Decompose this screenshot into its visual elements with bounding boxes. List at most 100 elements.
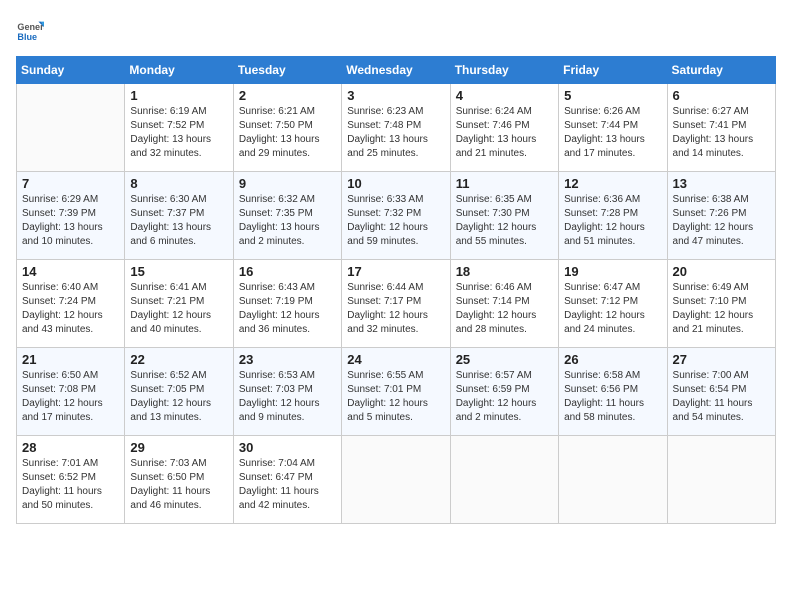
calendar-cell: 21 Sunrise: 6:50 AM Sunset: 7:08 PM Dayl… <box>17 348 125 436</box>
daylight-text: Daylight: 12 hours and 47 minutes. <box>673 221 770 249</box>
daylight-text: Daylight: 12 hours and 32 minutes. <box>347 309 444 337</box>
sunrise-text: Sunrise: 6:55 AM <box>347 369 444 383</box>
sunset-text: Sunset: 7:48 PM <box>347 119 444 133</box>
cell-text: Sunrise: 6:32 AM Sunset: 7:35 PM Dayligh… <box>239 193 336 249</box>
daylight-text: Daylight: 11 hours and 42 minutes. <box>239 485 336 513</box>
sunrise-text: Sunrise: 6:57 AM <box>456 369 553 383</box>
sunset-text: Sunset: 7:14 PM <box>456 295 553 309</box>
cell-text: Sunrise: 6:29 AM Sunset: 7:39 PM Dayligh… <box>22 193 119 249</box>
day-number: 30 <box>239 440 336 455</box>
cell-text: Sunrise: 6:36 AM Sunset: 7:28 PM Dayligh… <box>564 193 661 249</box>
day-number: 23 <box>239 352 336 367</box>
cell-text: Sunrise: 6:55 AM Sunset: 7:01 PM Dayligh… <box>347 369 444 425</box>
sunset-text: Sunset: 6:54 PM <box>673 383 770 397</box>
sunset-text: Sunset: 6:50 PM <box>130 471 227 485</box>
daylight-text: Daylight: 12 hours and 24 minutes. <box>564 309 661 337</box>
cell-text: Sunrise: 6:44 AM Sunset: 7:17 PM Dayligh… <box>347 281 444 337</box>
sunset-text: Sunset: 7:46 PM <box>456 119 553 133</box>
daylight-text: Daylight: 13 hours and 25 minutes. <box>347 133 444 161</box>
sunrise-text: Sunrise: 6:21 AM <box>239 105 336 119</box>
header-cell: Tuesday <box>233 57 341 84</box>
header-cell: Thursday <box>450 57 558 84</box>
day-number: 9 <box>239 176 336 191</box>
sunrise-text: Sunrise: 6:46 AM <box>456 281 553 295</box>
cell-text: Sunrise: 6:46 AM Sunset: 7:14 PM Dayligh… <box>456 281 553 337</box>
day-number: 22 <box>130 352 227 367</box>
calendar-cell: 26 Sunrise: 6:58 AM Sunset: 6:56 PM Dayl… <box>559 348 667 436</box>
day-number: 27 <box>673 352 770 367</box>
sunrise-text: Sunrise: 6:47 AM <box>564 281 661 295</box>
calendar-cell: 8 Sunrise: 6:30 AM Sunset: 7:37 PM Dayli… <box>125 172 233 260</box>
day-number: 19 <box>564 264 661 279</box>
cell-text: Sunrise: 6:41 AM Sunset: 7:21 PM Dayligh… <box>130 281 227 337</box>
daylight-text: Daylight: 11 hours and 46 minutes. <box>130 485 227 513</box>
sunrise-text: Sunrise: 6:33 AM <box>347 193 444 207</box>
sunrise-text: Sunrise: 6:38 AM <box>673 193 770 207</box>
day-number: 3 <box>347 88 444 103</box>
cell-text: Sunrise: 6:40 AM Sunset: 7:24 PM Dayligh… <box>22 281 119 337</box>
sunset-text: Sunset: 7:10 PM <box>673 295 770 309</box>
daylight-text: Daylight: 12 hours and 9 minutes. <box>239 397 336 425</box>
cell-text: Sunrise: 6:23 AM Sunset: 7:48 PM Dayligh… <box>347 105 444 161</box>
header-cell: Sunday <box>17 57 125 84</box>
sunset-text: Sunset: 7:05 PM <box>130 383 227 397</box>
cell-text: Sunrise: 6:24 AM Sunset: 7:46 PM Dayligh… <box>456 105 553 161</box>
daylight-text: Daylight: 12 hours and 2 minutes. <box>456 397 553 425</box>
calendar-cell <box>559 436 667 524</box>
sunset-text: Sunset: 7:28 PM <box>564 207 661 221</box>
calendar-cell: 13 Sunrise: 6:38 AM Sunset: 7:26 PM Dayl… <box>667 172 775 260</box>
day-number: 17 <box>347 264 444 279</box>
calendar-cell: 28 Sunrise: 7:01 AM Sunset: 6:52 PM Dayl… <box>17 436 125 524</box>
day-number: 18 <box>456 264 553 279</box>
sunset-text: Sunset: 7:08 PM <box>22 383 119 397</box>
day-number: 26 <box>564 352 661 367</box>
header: General Blue <box>16 16 776 44</box>
day-number: 12 <box>564 176 661 191</box>
calendar-cell: 4 Sunrise: 6:24 AM Sunset: 7:46 PM Dayli… <box>450 84 558 172</box>
cell-text: Sunrise: 6:35 AM Sunset: 7:30 PM Dayligh… <box>456 193 553 249</box>
sunset-text: Sunset: 7:30 PM <box>456 207 553 221</box>
calendar-cell: 6 Sunrise: 6:27 AM Sunset: 7:41 PM Dayli… <box>667 84 775 172</box>
day-number: 11 <box>456 176 553 191</box>
day-number: 24 <box>347 352 444 367</box>
calendar-cell: 3 Sunrise: 6:23 AM Sunset: 7:48 PM Dayli… <box>342 84 450 172</box>
sunset-text: Sunset: 6:59 PM <box>456 383 553 397</box>
sunset-text: Sunset: 6:56 PM <box>564 383 661 397</box>
sunset-text: Sunset: 7:12 PM <box>564 295 661 309</box>
calendar-cell: 15 Sunrise: 6:41 AM Sunset: 7:21 PM Dayl… <box>125 260 233 348</box>
cell-text: Sunrise: 6:33 AM Sunset: 7:32 PM Dayligh… <box>347 193 444 249</box>
day-number: 2 <box>239 88 336 103</box>
sunrise-text: Sunrise: 6:23 AM <box>347 105 444 119</box>
day-number: 6 <box>673 88 770 103</box>
sunrise-text: Sunrise: 6:49 AM <box>673 281 770 295</box>
day-number: 29 <box>130 440 227 455</box>
calendar-body: 1 Sunrise: 6:19 AM Sunset: 7:52 PM Dayli… <box>17 84 776 524</box>
day-number: 7 <box>22 176 119 191</box>
daylight-text: Daylight: 13 hours and 32 minutes. <box>130 133 227 161</box>
day-number: 8 <box>130 176 227 191</box>
daylight-text: Daylight: 12 hours and 28 minutes. <box>456 309 553 337</box>
day-number: 16 <box>239 264 336 279</box>
daylight-text: Daylight: 11 hours and 54 minutes. <box>673 397 770 425</box>
sunrise-text: Sunrise: 6:26 AM <box>564 105 661 119</box>
daylight-text: Daylight: 12 hours and 13 minutes. <box>130 397 227 425</box>
sunset-text: Sunset: 7:39 PM <box>22 207 119 221</box>
calendar-cell: 5 Sunrise: 6:26 AM Sunset: 7:44 PM Dayli… <box>559 84 667 172</box>
calendar-header: SundayMondayTuesdayWednesdayThursdayFrid… <box>17 57 776 84</box>
calendar-cell: 14 Sunrise: 6:40 AM Sunset: 7:24 PM Dayl… <box>17 260 125 348</box>
cell-text: Sunrise: 6:50 AM Sunset: 7:08 PM Dayligh… <box>22 369 119 425</box>
calendar-cell: 11 Sunrise: 6:35 AM Sunset: 7:30 PM Dayl… <box>450 172 558 260</box>
calendar-cell: 22 Sunrise: 6:52 AM Sunset: 7:05 PM Dayl… <box>125 348 233 436</box>
sunrise-text: Sunrise: 7:00 AM <box>673 369 770 383</box>
sunrise-text: Sunrise: 6:32 AM <box>239 193 336 207</box>
calendar-cell: 19 Sunrise: 6:47 AM Sunset: 7:12 PM Dayl… <box>559 260 667 348</box>
daylight-text: Daylight: 13 hours and 14 minutes. <box>673 133 770 161</box>
sunrise-text: Sunrise: 6:53 AM <box>239 369 336 383</box>
svg-text:Blue: Blue <box>17 32 37 42</box>
calendar-cell <box>342 436 450 524</box>
sunset-text: Sunset: 7:03 PM <box>239 383 336 397</box>
cell-text: Sunrise: 6:57 AM Sunset: 6:59 PM Dayligh… <box>456 369 553 425</box>
cell-text: Sunrise: 7:04 AM Sunset: 6:47 PM Dayligh… <box>239 457 336 513</box>
day-number: 10 <box>347 176 444 191</box>
sunset-text: Sunset: 6:52 PM <box>22 471 119 485</box>
